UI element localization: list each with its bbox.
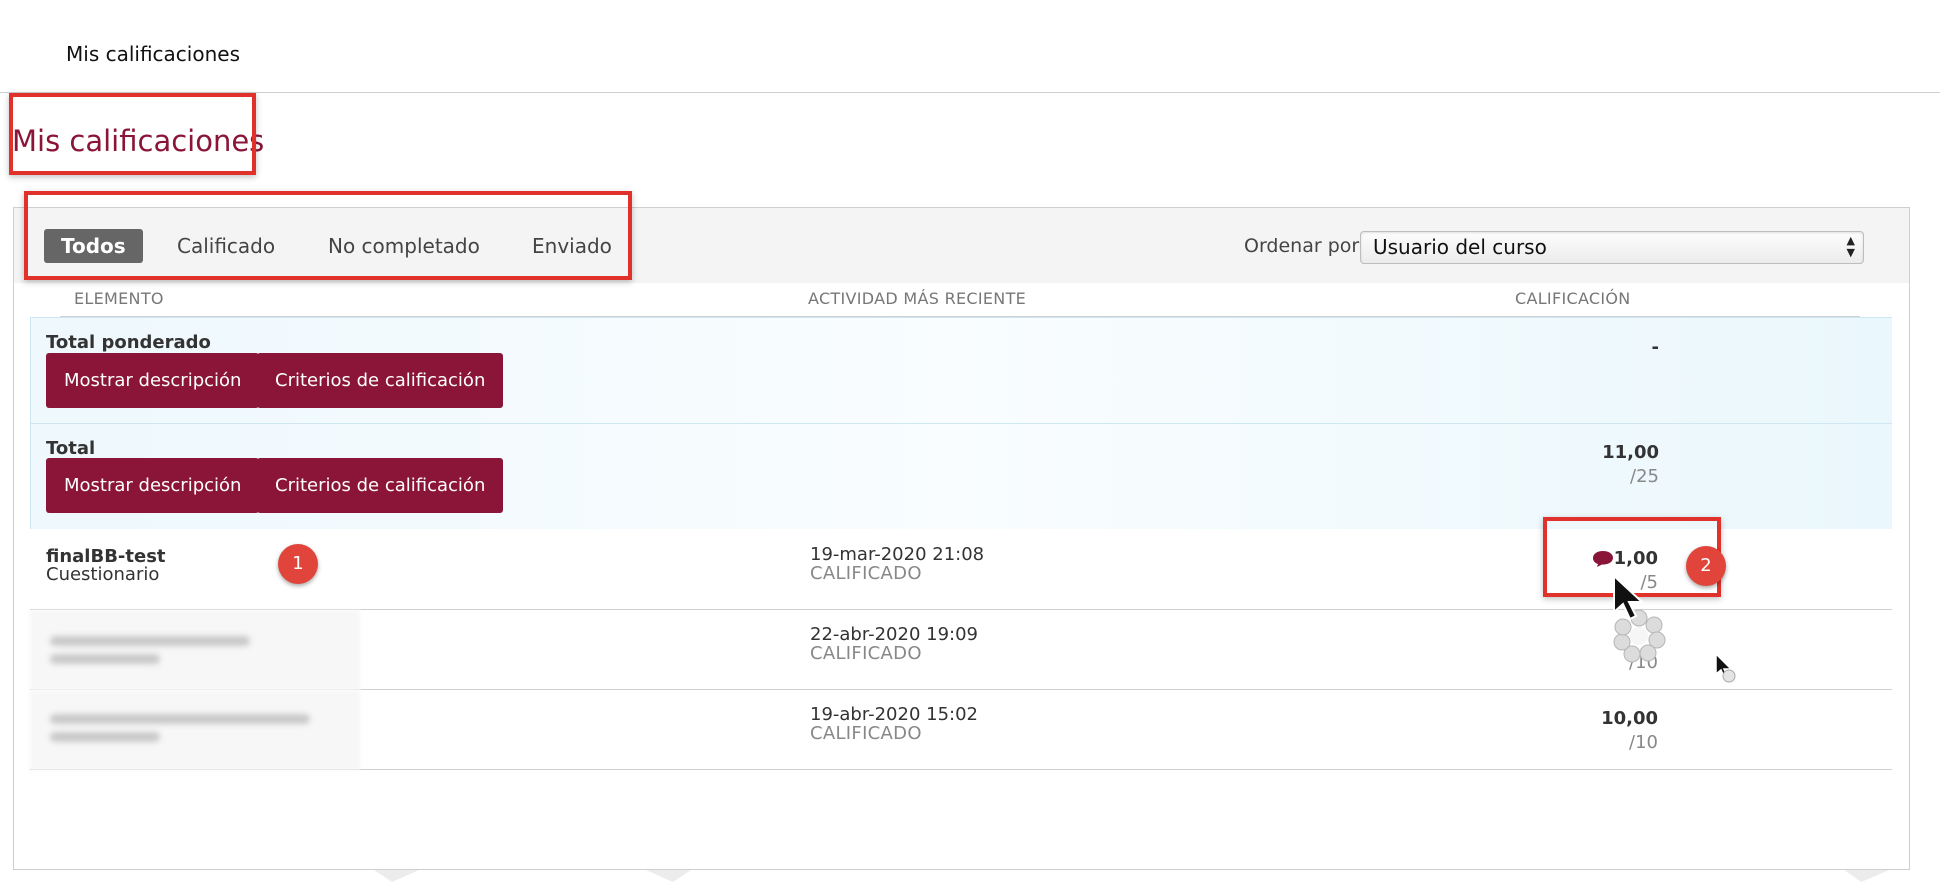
sort-select-value: Usuario del curso (1373, 235, 1547, 259)
mouse-cursor-icon (1613, 574, 1645, 621)
activity-date: 22-abr-2020 19:09 (810, 624, 979, 645)
column-header-activity: ACTIVIDAD MÁS RECIENTE (808, 289, 1027, 308)
grading-criteria-button[interactable]: Criterios de calificación (257, 353, 504, 408)
mouse-cursor-icon (1715, 652, 1736, 683)
grade-score: 10,00 (1601, 708, 1658, 729)
column-header-item: ELEMENTO (74, 289, 164, 308)
total-row: Total Mostrar descripción Criterios de c… (30, 423, 1892, 529)
column-header-grade: CALIFICACIÓN (1515, 289, 1631, 308)
redacted-item (30, 610, 360, 690)
activity-date: 19-abr-2020 15:02 (810, 704, 979, 725)
total-row-name: Total (46, 438, 96, 459)
activity-status: CALIFICADO (810, 563, 922, 584)
redacted-line (50, 636, 250, 646)
breadcrumb-title: Mis calificaciones (66, 42, 240, 66)
show-description-button[interactable]: Mostrar descripción (46, 458, 260, 513)
item-type: Cuestionario (46, 564, 160, 585)
table-row[interactable]: 19-abr-2020 15:02 CALIFICADO 10,00 /10 (30, 690, 1892, 770)
total-score: 11,00 (1602, 442, 1659, 463)
total-row-weighted: Total ponderado Mostrar descripción Crit… (30, 317, 1892, 423)
activity-status: CALIFICADO (810, 643, 922, 664)
grading-criteria-button[interactable]: Criterios de calificación (257, 458, 504, 513)
annotation-box-filters (24, 191, 632, 280)
redacted-line (50, 654, 160, 664)
sort-label: Ordenar por: (1244, 235, 1366, 257)
annotation-box-title (9, 93, 256, 175)
grade-max: /10 (1629, 732, 1658, 753)
activity-date: 19-mar-2020 21:08 (810, 544, 985, 565)
total-max: /25 (1630, 466, 1659, 487)
activity-status: CALIFICADO (810, 723, 922, 744)
redacted-line (50, 714, 310, 724)
total-score: - (1651, 337, 1659, 358)
annotation-marker-1: 1 (278, 544, 318, 584)
redacted-item (30, 690, 360, 770)
select-arrows-icon: ▲ ▼ (1846, 234, 1855, 259)
annotation-marker-2: 2 (1686, 546, 1726, 586)
redacted-line (50, 732, 160, 742)
total-row-name: Total ponderado (46, 332, 211, 353)
show-description-button[interactable]: Mostrar descripción (46, 353, 260, 408)
top-bar: Mis calificaciones (0, 0, 1940, 93)
sort-select[interactable]: Usuario del curso ▲ ▼ (1360, 231, 1864, 264)
